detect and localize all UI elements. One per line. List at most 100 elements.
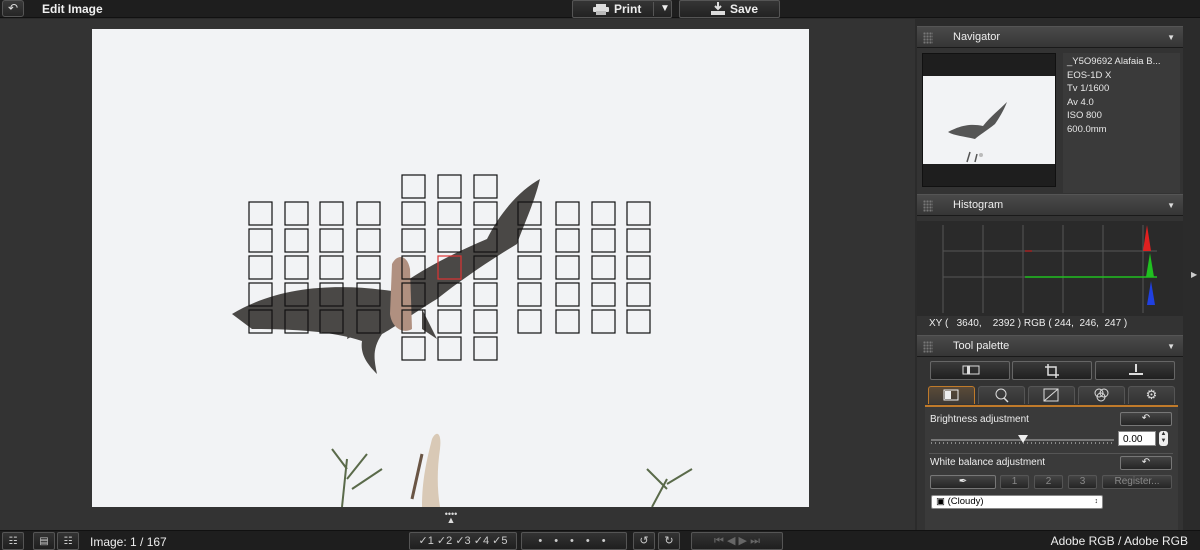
slider-thumb[interactable] bbox=[1018, 435, 1028, 443]
af-point[interactable] bbox=[626, 282, 651, 307]
view-multi-button[interactable]: ☷ bbox=[57, 532, 79, 550]
wb-preset-3[interactable]: 3 bbox=[1068, 475, 1097, 489]
navigator-thumbnail[interactable] bbox=[922, 53, 1056, 187]
wb-eyedropper-button[interactable]: ✒ bbox=[930, 475, 996, 489]
af-point[interactable] bbox=[626, 228, 651, 253]
save-button[interactable]: Save bbox=[679, 0, 780, 18]
af-point[interactable] bbox=[356, 228, 381, 253]
wb-preset-2[interactable]: 2 bbox=[1034, 475, 1063, 489]
first-image-icon[interactable]: ⏮ bbox=[714, 535, 724, 547]
af-point[interactable] bbox=[401, 174, 426, 199]
grip-icon[interactable] bbox=[923, 32, 933, 44]
next-image-icon[interactable]: ▶ bbox=[739, 535, 747, 547]
wb-reset-button[interactable]: ↶ bbox=[1120, 456, 1172, 470]
af-point[interactable] bbox=[437, 174, 462, 199]
tab-color[interactable] bbox=[1078, 386, 1125, 404]
af-point[interactable] bbox=[591, 228, 616, 253]
af-point[interactable] bbox=[591, 282, 616, 307]
check-1[interactable]: ✓1 bbox=[419, 535, 434, 547]
right-panel: Navigator ▼ _Y5O9692 Alafaia B... EOS-1D… bbox=[917, 26, 1183, 530]
tab-basic[interactable] bbox=[928, 386, 975, 404]
tool-palette-header[interactable]: Tool palette ▼ bbox=[917, 335, 1183, 357]
af-point[interactable] bbox=[626, 255, 651, 280]
check-5[interactable]: ✓5 bbox=[492, 535, 507, 547]
af-point[interactable] bbox=[473, 282, 498, 307]
crop-button[interactable] bbox=[1012, 361, 1092, 380]
print-button[interactable]: Print ▼ bbox=[572, 0, 672, 18]
af-point[interactable] bbox=[284, 255, 309, 280]
grip-icon[interactable] bbox=[923, 200, 933, 212]
af-point[interactable] bbox=[401, 228, 426, 253]
collapse-icon[interactable]: ▼ bbox=[1167, 33, 1175, 42]
prev-image-icon[interactable]: ◀ bbox=[727, 535, 735, 547]
star-rating-group[interactable]: ••••• bbox=[521, 532, 627, 550]
rotate-right-button[interactable]: ↻ bbox=[658, 532, 680, 550]
af-point[interactable] bbox=[319, 201, 344, 226]
panel-expand-arrow-icon[interactable]: ▶ bbox=[1191, 270, 1197, 279]
collapse-icon[interactable]: ▼ bbox=[1167, 342, 1175, 351]
wb-register-button[interactable]: Register... bbox=[1102, 475, 1172, 489]
wb-select[interactable]: ▣ (Cloudy) ↕ bbox=[931, 495, 1103, 509]
af-point[interactable] bbox=[555, 282, 580, 307]
navigator-header[interactable]: Navigator ▼ bbox=[917, 26, 1183, 48]
brightness-value-field[interactable]: 0.00 bbox=[1118, 431, 1156, 446]
af-point[interactable] bbox=[473, 174, 498, 199]
af-point[interactable] bbox=[248, 228, 273, 253]
view-single-button[interactable]: ▤ bbox=[33, 532, 55, 550]
af-point[interactable] bbox=[319, 228, 344, 253]
af-point[interactable] bbox=[319, 255, 344, 280]
stamp-icon bbox=[1129, 364, 1143, 375]
af-point[interactable] bbox=[248, 255, 273, 280]
wb-preset-1[interactable]: 1 bbox=[1000, 475, 1029, 489]
af-point[interactable] bbox=[555, 228, 580, 253]
af-point[interactable] bbox=[555, 309, 580, 334]
af-point[interactable] bbox=[401, 201, 426, 226]
af-point[interactable] bbox=[591, 309, 616, 334]
collapse-icon[interactable]: ▼ bbox=[1167, 201, 1175, 210]
af-point[interactable] bbox=[437, 228, 462, 253]
af-point[interactable] bbox=[591, 255, 616, 280]
check-4[interactable]: ✓4 bbox=[474, 535, 489, 547]
rotate-left-button[interactable]: ↺ bbox=[633, 532, 655, 550]
histogram-header[interactable]: Histogram ▼ bbox=[917, 194, 1183, 216]
print-dropdown-icon[interactable]: ▼ bbox=[660, 1, 670, 17]
filmstrip-expand-handle[interactable]: •••• ▲ bbox=[441, 510, 461, 525]
af-point[interactable] bbox=[555, 201, 580, 226]
af-point[interactable] bbox=[356, 255, 381, 280]
grip-icon[interactable] bbox=[923, 341, 933, 353]
af-point[interactable] bbox=[437, 309, 462, 334]
af-point[interactable] bbox=[248, 201, 273, 226]
af-point[interactable] bbox=[517, 228, 542, 253]
tab-settings[interactable]: ⚙ bbox=[1128, 386, 1175, 404]
af-point[interactable] bbox=[473, 336, 498, 361]
af-point[interactable] bbox=[473, 309, 498, 334]
af-point[interactable] bbox=[356, 201, 381, 226]
af-point[interactable] bbox=[473, 201, 498, 226]
af-point[interactable] bbox=[437, 201, 462, 226]
brightness-slider[interactable] bbox=[931, 435, 1114, 444]
brightness-stepper[interactable]: ▲ ▼ bbox=[1159, 431, 1168, 446]
brightness-reset-button[interactable]: ↶ bbox=[1120, 412, 1172, 426]
af-point[interactable] bbox=[517, 282, 542, 307]
check-2[interactable]: ✓2 bbox=[437, 535, 452, 547]
photo-canvas[interactable] bbox=[92, 29, 809, 507]
adjust-image-button[interactable] bbox=[930, 361, 1010, 380]
af-point[interactable] bbox=[591, 201, 616, 226]
view-grid-button[interactable]: ☷ bbox=[2, 532, 24, 550]
back-button[interactable]: ↶ bbox=[2, 0, 24, 17]
last-image-icon[interactable]: ⏭ bbox=[750, 535, 760, 547]
af-point[interactable] bbox=[555, 255, 580, 280]
image-viewer[interactable]: •••• ▲ bbox=[0, 19, 915, 530]
af-point[interactable] bbox=[517, 309, 542, 334]
af-point[interactable] bbox=[284, 228, 309, 253]
output-button[interactable] bbox=[1095, 361, 1175, 380]
af-point[interactable] bbox=[284, 201, 309, 226]
af-point[interactable] bbox=[437, 336, 462, 361]
tab-tone-curve[interactable] bbox=[1028, 386, 1075, 404]
af-point[interactable] bbox=[626, 309, 651, 334]
tab-detail[interactable] bbox=[978, 386, 1025, 404]
af-point[interactable] bbox=[517, 255, 542, 280]
check-3[interactable]: ✓3 bbox=[455, 535, 470, 547]
af-point[interactable] bbox=[626, 201, 651, 226]
af-point[interactable] bbox=[401, 336, 426, 361]
